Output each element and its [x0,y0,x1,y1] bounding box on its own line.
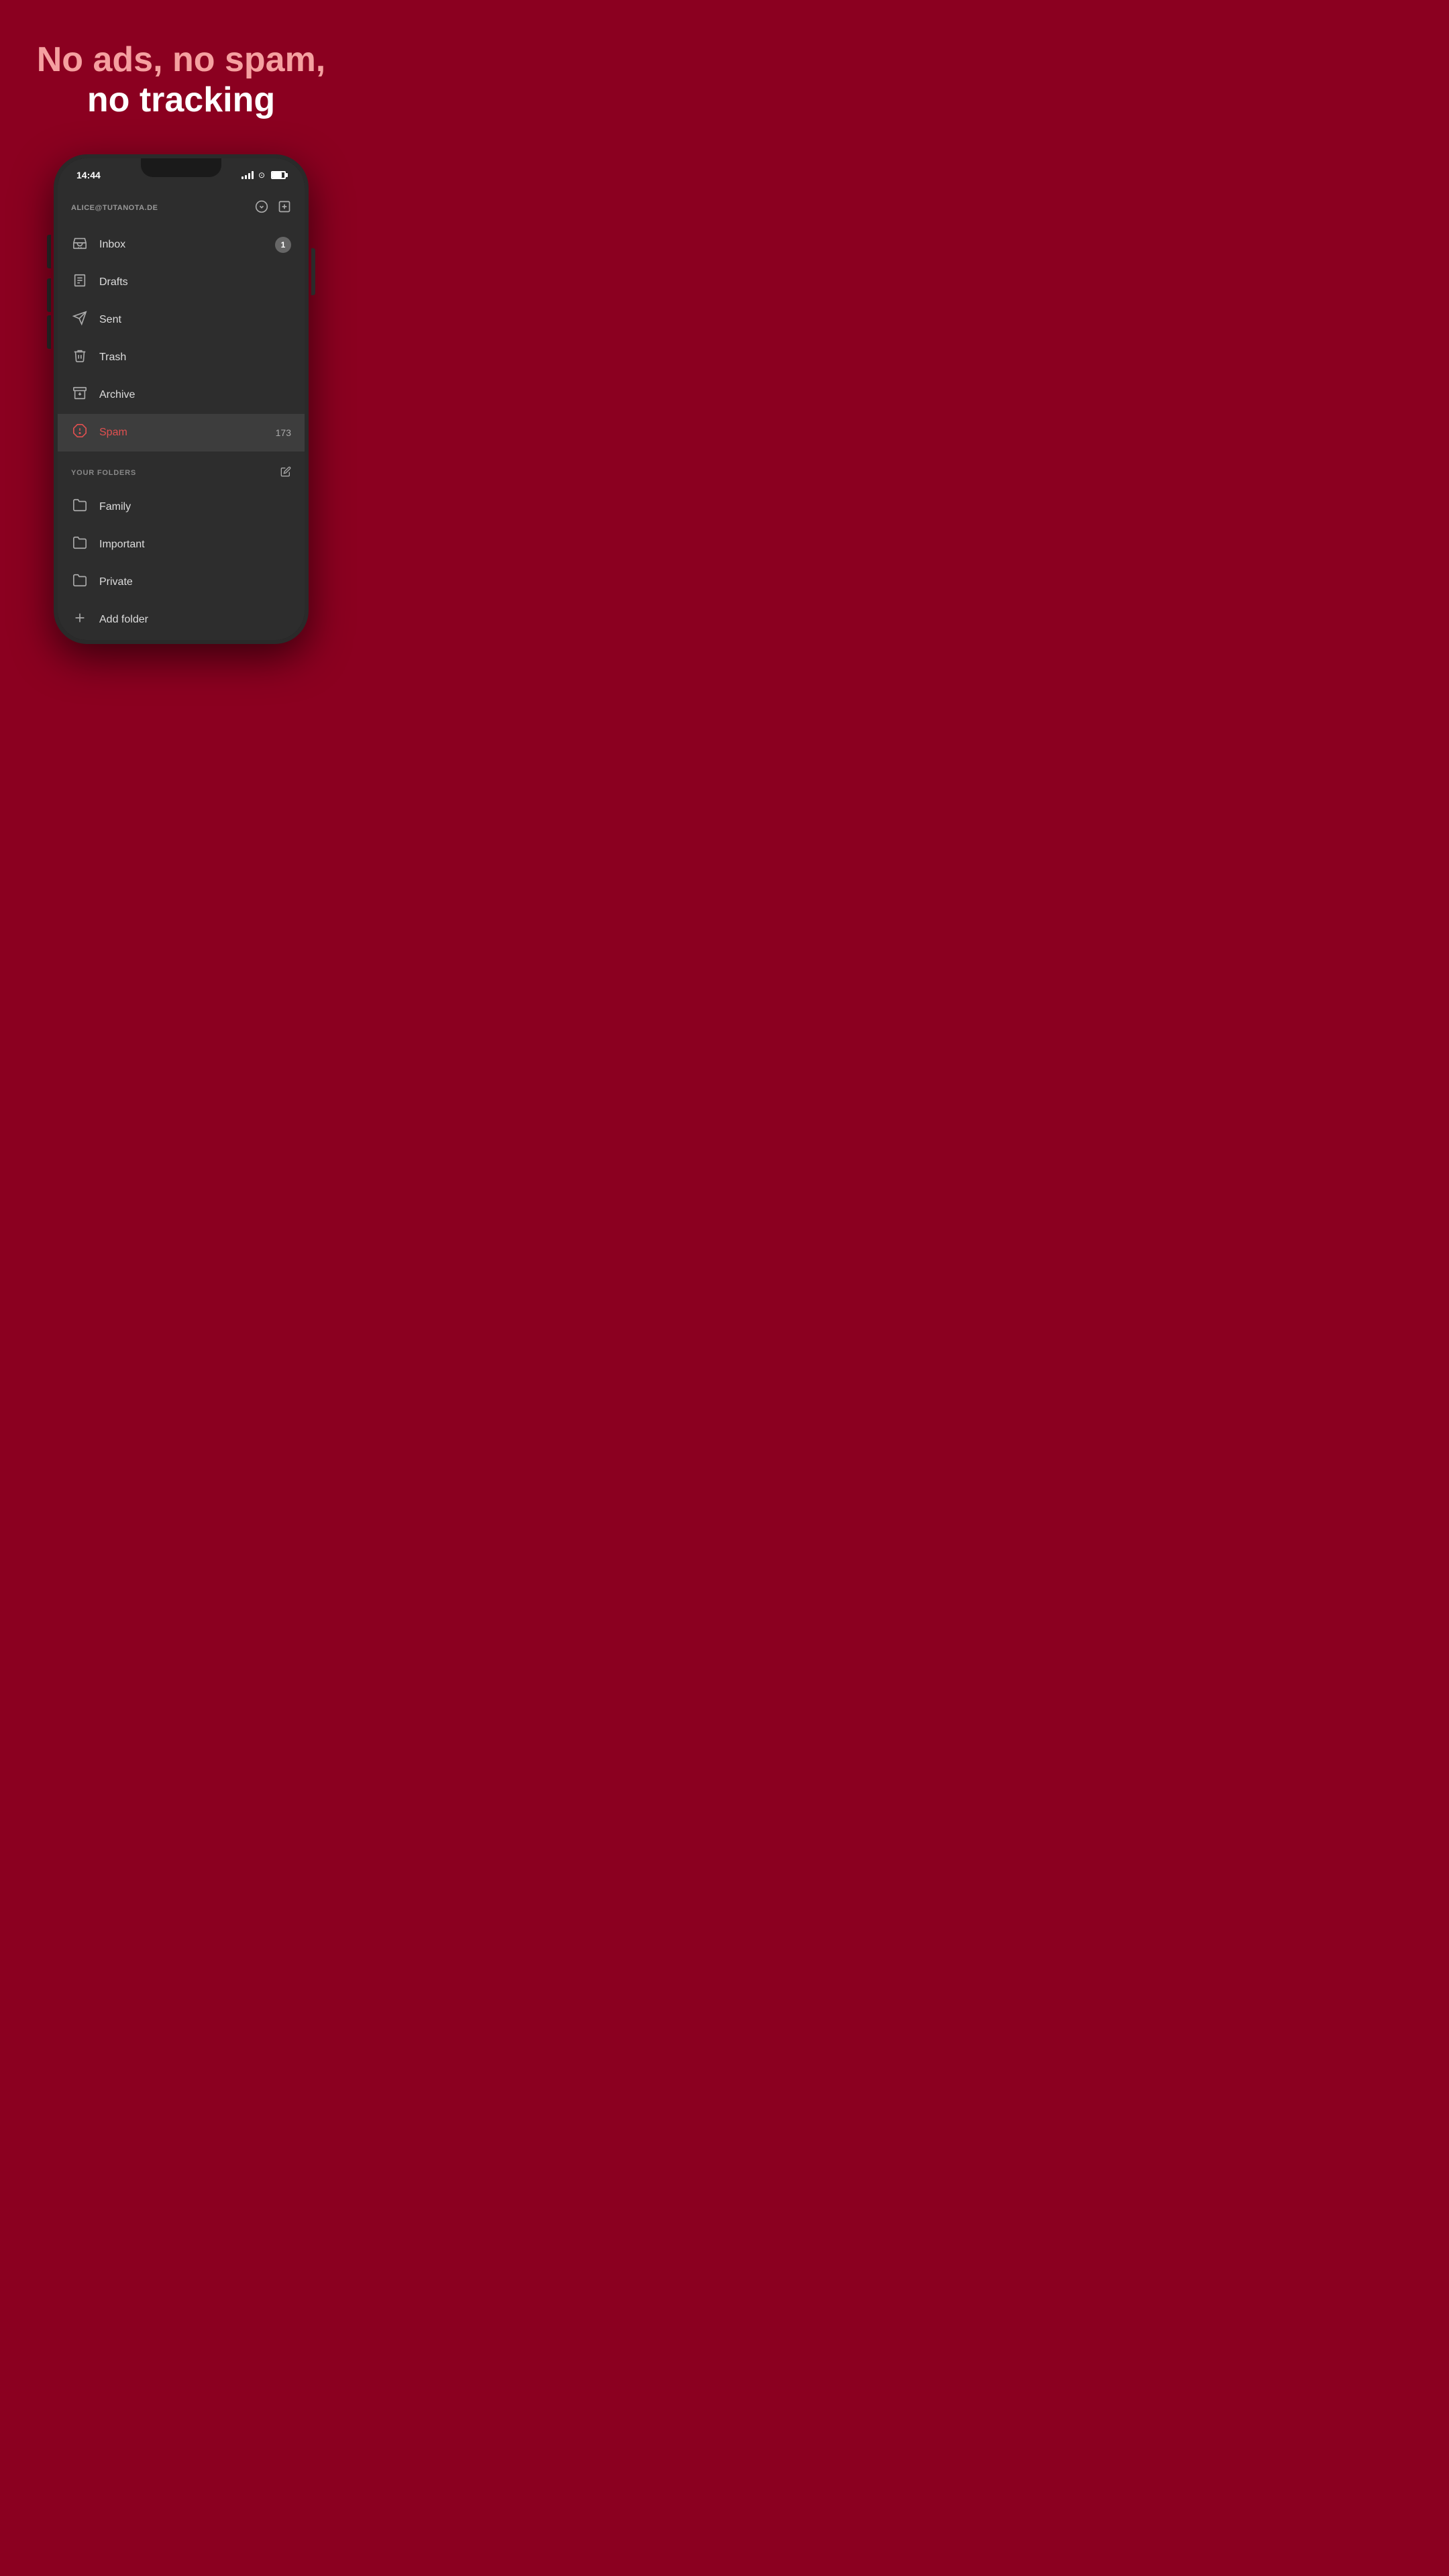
phone-notch [141,158,221,177]
archive-label: Archive [99,389,291,401]
phone-frame: 14:44 ⊙ ALICE@TUTANOTA.DE [54,154,309,644]
private-label: Private [99,576,291,588]
wifi-icon: ⊙ [258,170,265,180]
inbox-label: Inbox [99,239,264,251]
folders-section-header: YOUR FOLDERS [58,451,305,488]
spam-label: Spam [99,427,265,439]
status-time: 14:44 [76,170,101,180]
spam-icon [71,423,89,442]
folder-family-icon [71,498,89,517]
sidebar-item-drafts[interactable]: Drafts [58,264,305,301]
headline-line1: No ads, no spam, [37,40,326,79]
account-header: ALICE@TUTANOTA.DE [58,188,305,226]
drafts-icon [71,273,89,292]
filter-icon[interactable] [255,200,268,217]
folder-private-icon [71,573,89,592]
family-label: Family [99,501,291,513]
add-folder-icon [71,610,89,629]
battery-icon [271,171,286,179]
sent-icon [71,311,89,329]
add-folder-button[interactable]: Add folder [58,601,305,639]
archive-icon [71,386,89,405]
spam-count: 173 [276,427,291,438]
headline-line2: no tracking [87,80,275,119]
sent-label: Sent [99,314,291,326]
header-action-icons [255,200,291,217]
phone-screen: 14:44 ⊙ ALICE@TUTANOTA.DE [58,158,305,640]
sidebar: ALICE@TUTANOTA.DE [58,188,305,640]
folders-section-title: YOUR FOLDERS [71,469,136,477]
trash-label: Trash [99,352,291,364]
headline: No ads, no spam, no tracking [10,0,353,148]
inbox-badge: 1 [275,237,291,253]
phone-mockup: 14:44 ⊙ ALICE@TUTANOTA.DE [54,154,309,644]
trash-icon [71,348,89,367]
compose-icon[interactable] [278,200,291,217]
sidebar-item-sent[interactable]: Sent [58,301,305,339]
signal-icon [241,171,254,179]
sidebar-item-inbox[interactable]: Inbox 1 [58,226,305,264]
inbox-icon [71,235,89,254]
sidebar-item-archive[interactable]: Archive [58,376,305,414]
sidebar-item-private[interactable]: Private [58,564,305,601]
folders-edit-icon[interactable] [280,466,291,480]
sidebar-item-family[interactable]: Family [58,488,305,526]
add-folder-label: Add folder [99,614,291,626]
drafts-label: Drafts [99,276,291,288]
sidebar-item-spam[interactable]: Spam 173 [58,414,305,451]
folder-important-icon [71,535,89,554]
sidebar-item-important[interactable]: Important [58,526,305,564]
account-email: ALICE@TUTANOTA.DE [71,204,158,212]
status-icons: ⊙ [241,170,286,180]
important-label: Important [99,539,291,551]
sidebar-item-trash[interactable]: Trash [58,339,305,376]
